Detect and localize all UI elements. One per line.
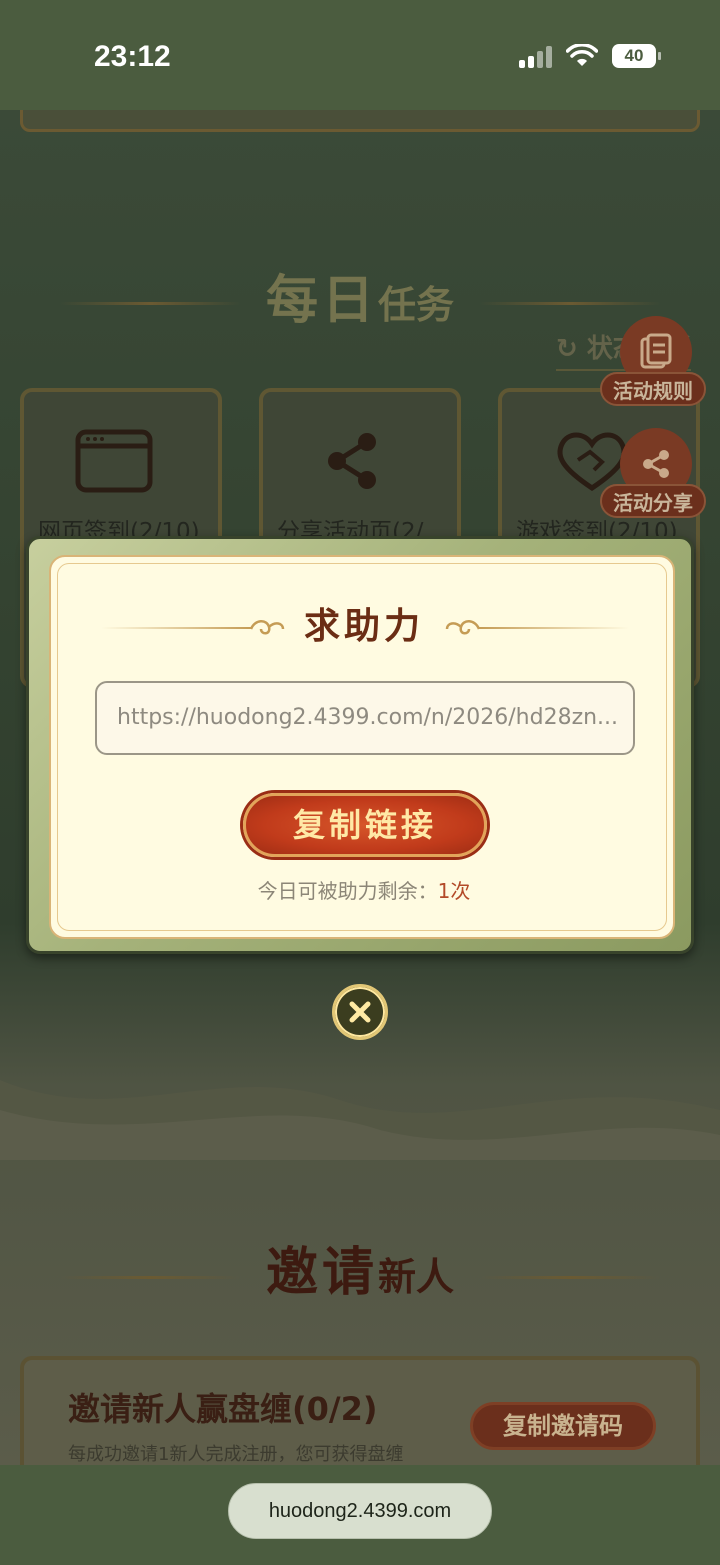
status-time: 23:12 xyxy=(94,40,171,73)
title-divider-right xyxy=(479,627,629,629)
modal-panel: 求助力 https://huodong2.4399.com/n/2026/hd2… xyxy=(49,555,675,939)
modal-header: 求助力 xyxy=(51,597,677,657)
remaining-label: 今日可被助力剩余： xyxy=(257,879,438,903)
close-icon xyxy=(349,1001,371,1023)
battery-icon: 40 xyxy=(612,44,661,68)
wifi-icon xyxy=(566,44,598,66)
url-bar[interactable]: huodong2.4399.com xyxy=(228,1483,492,1539)
cloud-ornament-icon xyxy=(445,620,481,635)
status-icons: 40 xyxy=(519,44,661,68)
close-modal-button[interactable] xyxy=(332,984,388,1040)
remaining-count: 1次 xyxy=(437,879,471,903)
browser-bottom-bar: huodong2.4399.com xyxy=(0,1465,720,1565)
modal-title: 求助力 xyxy=(303,605,424,647)
remaining-help-count: 今日可被助力剩余：1次 xyxy=(51,875,677,904)
help-request-modal: 求助力 https://huodong2.4399.com/n/2026/hd2… xyxy=(26,536,694,954)
share-link-field[interactable]: https://huodong2.4399.com/n/2026/hd28zn.… xyxy=(95,681,635,755)
cellular-signal-icon xyxy=(519,44,552,68)
copy-link-button[interactable]: 复制链接 xyxy=(243,793,487,857)
status-bar: 23:12 40 xyxy=(0,0,720,110)
